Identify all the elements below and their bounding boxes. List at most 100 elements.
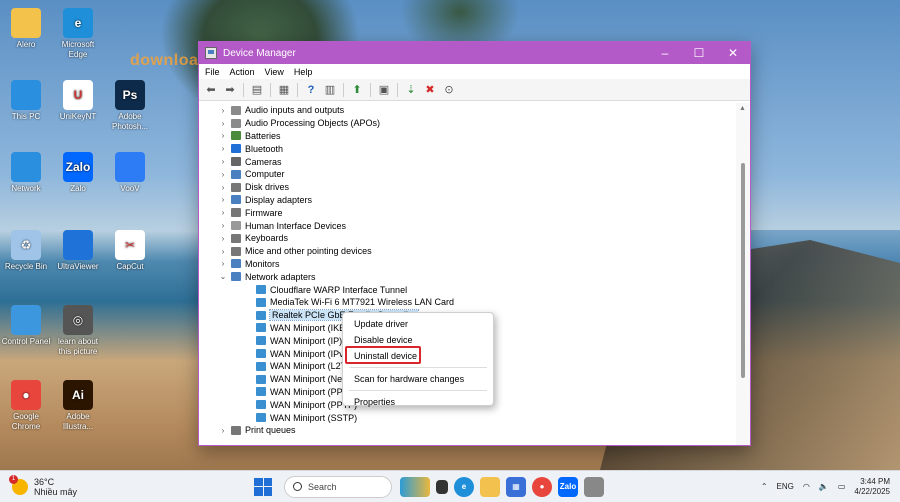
tray-chevron-icon[interactable]: ⌃ (761, 482, 768, 491)
task-view-icon[interactable] (436, 479, 448, 494)
store-icon[interactable]: ▦ (506, 476, 526, 497)
chevron-icon[interactable]: › (218, 157, 228, 166)
desktop-icon[interactable]: VooV (104, 152, 156, 194)
maximize-button[interactable]: ☐ (682, 42, 716, 64)
chevron-icon[interactable]: › (218, 170, 228, 179)
battery-icon[interactable]: ▭ (838, 482, 846, 491)
chevron-icon[interactable]: › (218, 208, 228, 217)
add-driver-icon[interactable]: ⇣ (403, 82, 419, 98)
weather-widget[interactable]: 1 36°C Nhiều mây (0, 474, 240, 497)
tree-category[interactable]: › Computer (199, 168, 736, 181)
chevron-icon[interactable]: › (218, 119, 228, 128)
network-adapter-item[interactable]: WAN Miniport (SSTP) (199, 411, 736, 424)
widgets-icon[interactable] (400, 476, 430, 497)
desktop-icon[interactable]: Network (0, 152, 52, 194)
properties-icon[interactable]: ▦ (276, 82, 292, 98)
menu-view[interactable]: View (265, 67, 284, 77)
menu-bar: File Action View Help (199, 64, 750, 79)
language-indicator[interactable]: ENG (777, 482, 794, 491)
chevron-icon[interactable]: ⌄ (218, 272, 228, 281)
menu-help[interactable]: Help (294, 67, 313, 77)
disable-device-icon[interactable]: ⊙ (441, 82, 457, 98)
windows-logo-icon (263, 487, 272, 496)
desktop-icon[interactable]: e Microsoft Edge (52, 8, 104, 60)
chevron-icon[interactable]: › (218, 144, 228, 153)
temperature: 36°C (34, 476, 55, 487)
chevron-icon[interactable]: › (218, 195, 228, 204)
clock[interactable]: 3:44 PM 4/22/2025 (854, 477, 890, 497)
desktop-icon[interactable]: Ps Adobe Photosh... (104, 80, 156, 132)
edge-icon[interactable]: e (454, 476, 474, 497)
start-button[interactable] (254, 477, 272, 496)
chevron-icon[interactable]: › (218, 426, 228, 435)
desktop-icon[interactable]: Control Panel (0, 305, 52, 347)
file-explorer-icon[interactable] (480, 476, 500, 497)
update-driver-icon[interactable]: ⬆ (349, 82, 365, 98)
desktop-icon[interactable]: ✂ CapCut (104, 230, 156, 272)
search-placeholder: Search (308, 481, 337, 492)
chevron-icon[interactable]: › (218, 221, 228, 230)
chrome-icon[interactable]: ● (532, 476, 552, 497)
chevron-icon[interactable]: › (218, 247, 228, 256)
tree-category[interactable]: › Human Interface Devices (199, 219, 736, 232)
show-hide-console-tree-icon[interactable]: ▤ (249, 82, 265, 98)
vertical-scrollbar[interactable]: ▲ (736, 103, 750, 445)
uninstall-device-icon[interactable]: ✖ (422, 82, 438, 98)
chevron-icon[interactable]: › (218, 131, 228, 140)
menu-scan-hardware[interactable]: Scan for hardware changes (343, 371, 493, 387)
device-manager-icon (205, 47, 217, 59)
close-button[interactable]: ✕ (716, 42, 750, 64)
network-adapter-item[interactable]: Cloudflare WARP Interface Tunnel (199, 283, 736, 296)
windows-logo-icon (254, 477, 263, 486)
tree-category[interactable]: › Display adapters (199, 194, 736, 207)
device-manager-taskbar-icon[interactable] (584, 476, 604, 497)
zalo-icon[interactable]: Zalo (558, 476, 578, 497)
desktop-icon[interactable]: ● Google Chrome (0, 380, 52, 432)
tree-category[interactable]: › Disk drives (199, 181, 736, 194)
back-arrow-icon[interactable]: ⬅ (203, 82, 219, 98)
desktop-icon[interactable]: ♻ Recycle Bin (0, 230, 52, 272)
taskbar-search[interactable]: Search (284, 475, 392, 498)
network-adapter-item[interactable]: MediaTek Wi-Fi 6 MT7921 Wireless LAN Car… (199, 296, 736, 309)
tree-category[interactable]: › Keyboards (199, 232, 736, 245)
tree-category[interactable]: › Bluetooth (199, 142, 736, 155)
tree-category[interactable]: › Print queues (199, 424, 736, 437)
tree-category[interactable]: › Mice and other pointing devices (199, 245, 736, 258)
chevron-icon[interactable]: › (218, 183, 228, 192)
desktop-icon[interactable]: U UniKeyNT (52, 80, 104, 122)
desktop-icon[interactable]: UltraViewer (52, 230, 104, 272)
scan-hardware-icon[interactable]: ▣ (376, 82, 392, 98)
chevron-icon[interactable]: › (218, 106, 228, 115)
forward-arrow-icon[interactable]: ➡ (222, 82, 238, 98)
scroll-up-icon[interactable]: ▲ (739, 105, 746, 112)
app-icon (11, 152, 41, 182)
help-icon[interactable]: ? (303, 82, 319, 98)
menu-action[interactable]: Action (230, 67, 255, 77)
minimize-button[interactable]: – (648, 42, 682, 64)
desktop-icon[interactable]: Ai Adobe Illustra... (52, 380, 104, 432)
tree-item-label: Monitors (245, 258, 280, 269)
desktop-icon[interactable]: This PC (0, 80, 52, 122)
chevron-icon[interactable]: › (218, 259, 228, 268)
menu-file[interactable]: File (205, 67, 220, 77)
tree-category[interactable]: › Monitors (199, 258, 736, 271)
chevron-icon[interactable]: › (218, 234, 228, 243)
tree-category[interactable]: › Audio Processing Objects (APOs) (199, 117, 736, 130)
volume-icon[interactable]: 🔈 (819, 482, 829, 491)
tree-category[interactable]: › Audio inputs and outputs (199, 104, 736, 117)
app-icon: U (63, 80, 93, 110)
tree-category[interactable]: › Batteries (199, 130, 736, 143)
desktop-icon-label: VooV (120, 184, 140, 193)
desktop-icon[interactable]: Alero (0, 8, 52, 50)
menu-update-driver[interactable]: Update driver (343, 316, 493, 332)
action-pane-icon[interactable]: ▥ (322, 82, 338, 98)
scrollbar-thumb[interactable] (741, 163, 745, 378)
tree-category[interactable]: › Cameras (199, 155, 736, 168)
tree-category-network-adapters[interactable]: ⌄ Network adapters (199, 270, 736, 283)
wifi-icon[interactable]: ◠ (803, 482, 810, 491)
title-bar[interactable]: Device Manager – ☐ ✕ (199, 42, 750, 64)
menu-properties[interactable]: Properties (343, 394, 493, 410)
tree-category[interactable]: › Firmware (199, 206, 736, 219)
desktop-icon[interactable]: ◎ learn about this picture (52, 305, 104, 357)
desktop-icon[interactable]: Zalo Zalo (52, 152, 104, 194)
